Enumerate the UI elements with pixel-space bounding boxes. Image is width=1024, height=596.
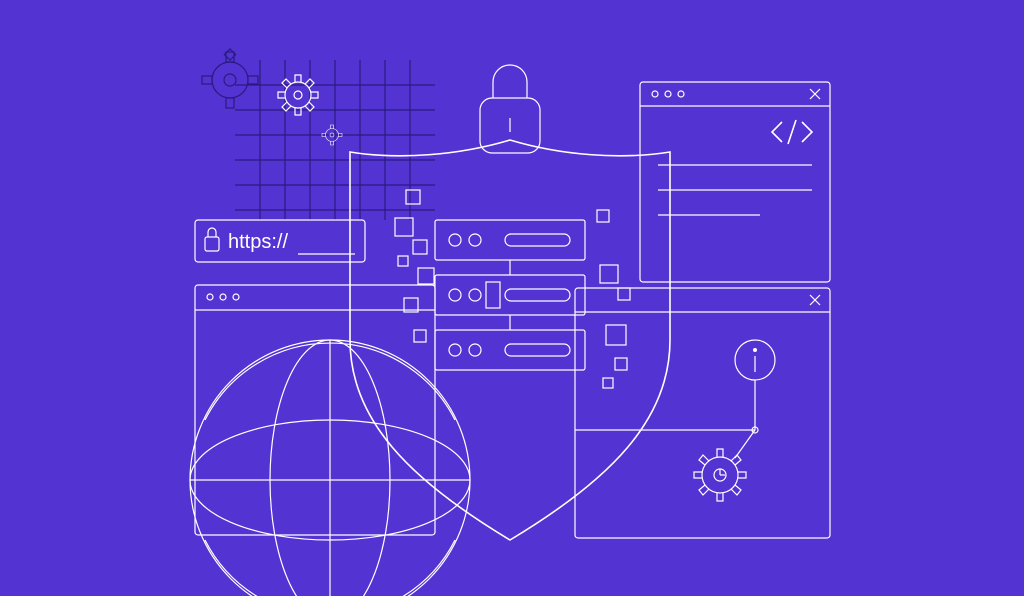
- code-window: [640, 82, 830, 282]
- security-illustration: .w { stroke: #ffffff; stroke-width: 1.2;…: [0, 0, 1024, 596]
- browser-window: [195, 285, 435, 535]
- padlock-icon: [205, 228, 219, 251]
- gear-icon: [202, 49, 258, 108]
- globe-icon: [190, 340, 470, 596]
- address-bar-text: https://: [228, 231, 288, 253]
- code-icon: [772, 120, 812, 144]
- close-icon: [810, 89, 820, 99]
- grid-pattern: [235, 60, 435, 220]
- gear-icon: [278, 75, 318, 115]
- server-stack: [435, 220, 585, 370]
- close-icon: [810, 295, 820, 305]
- info-icon: [735, 340, 775, 380]
- address-bar: https://: [195, 220, 365, 262]
- gear-icon: [694, 449, 746, 501]
